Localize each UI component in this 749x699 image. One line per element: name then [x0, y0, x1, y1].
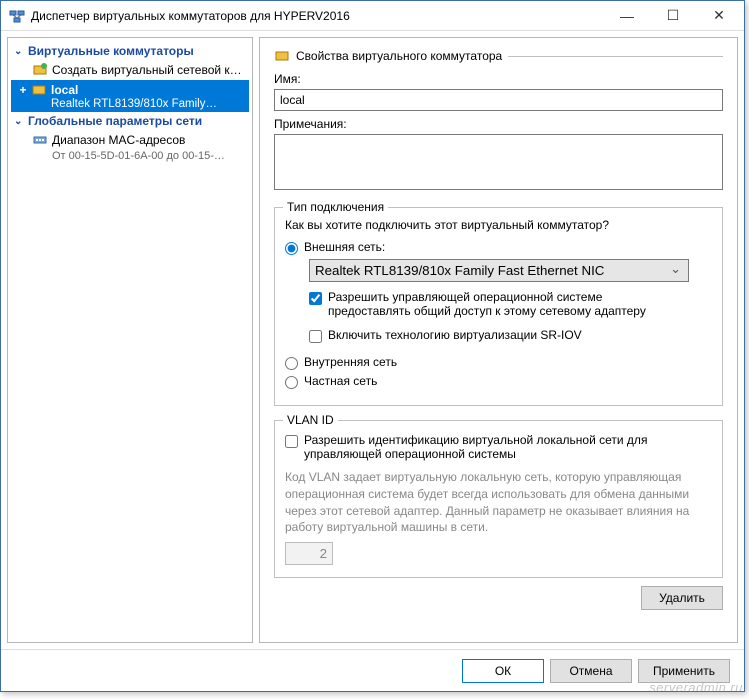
divider — [508, 56, 723, 57]
radio-private-input[interactable] — [285, 376, 298, 389]
properties-panel: Свойства виртуального коммутатора Имя: П… — [259, 37, 738, 643]
switch-icon — [31, 82, 47, 98]
sidebar-group-label: Виртуальные коммутаторы — [28, 44, 194, 58]
delete-button[interactable]: Удалить — [641, 586, 723, 610]
sidebar-group-global[interactable]: ⌄ Глобальные параметры сети — [8, 112, 252, 130]
check-allow-mgmt-input[interactable] — [309, 292, 322, 305]
check-sriov-input[interactable] — [309, 330, 322, 343]
check-allow-mgmt[interactable]: Разрешить управляющей операционной систе… — [309, 290, 712, 318]
sidebar-item-label: local — [51, 83, 245, 97]
sidebar-item-mac-range[interactable]: Диапазон MAC-адресов — [8, 130, 252, 150]
radio-internal-input[interactable] — [285, 357, 298, 370]
notes-input[interactable] — [274, 134, 723, 190]
radio-label: Частная сеть — [304, 374, 377, 388]
connection-type-group: Тип подключения Как вы хотите подключить… — [274, 207, 723, 406]
name-input[interactable] — [274, 89, 723, 111]
radio-external-input[interactable] — [285, 242, 298, 255]
sidebar: ⌄ Виртуальные коммутаторы Создать виртуа… — [7, 37, 253, 643]
sidebar-item-sublabel: От 00-15-5D-01-6A-00 до 00-15-… — [8, 150, 252, 165]
ok-button[interactable]: ОК — [462, 659, 544, 683]
expand-icon[interactable]: + — [15, 83, 31, 97]
panel-header-label: Свойства виртуального коммутатора — [296, 49, 502, 63]
radio-internal[interactable]: Внутренняя сеть — [285, 355, 712, 370]
radio-private[interactable]: Частная сеть — [285, 374, 712, 389]
chevron-down-icon: ⌄ — [14, 46, 24, 57]
content: ⌄ Виртуальные коммутаторы Создать виртуа… — [1, 31, 744, 649]
check-sriov[interactable]: Включить технологию виртуализации SR-IOV — [309, 328, 712, 343]
notes-label: Примечания: — [274, 117, 723, 131]
adapter-select[interactable]: Realtek RTL8139/810x Family Fast Etherne… — [309, 259, 689, 282]
window: Диспетчер виртуальных коммутаторов для H… — [0, 0, 745, 692]
sidebar-item-label: Создать виртуальный сетевой к… — [52, 63, 242, 77]
sidebar-group-label: Глобальные параметры сети — [28, 114, 202, 128]
radio-label: Внешняя сеть: — [304, 240, 385, 254]
radio-label: Внутренняя сеть — [304, 355, 397, 369]
close-button[interactable]: ✕ — [696, 1, 742, 31]
titlebar: Диспетчер виртуальных коммутаторов для H… — [1, 1, 744, 31]
check-label: Включить технологию виртуализации SR-IOV — [328, 328, 582, 342]
connection-question: Как вы хотите подключить этот виртуальны… — [285, 218, 712, 232]
new-switch-icon — [32, 62, 48, 78]
check-label: Разрешить управляющей операционной систе… — [328, 290, 688, 318]
check-vlan-enable-input[interactable] — [285, 435, 298, 448]
maximize-button[interactable]: ☐ — [650, 1, 696, 31]
connection-type-legend: Тип подключения — [283, 200, 388, 214]
minimize-button[interactable]: — — [604, 1, 650, 31]
panel-header: Свойства виртуального коммутатора — [274, 48, 723, 64]
vlan-id-input — [285, 542, 333, 565]
apply-button[interactable]: Применить — [638, 659, 730, 683]
vlan-description: Код VLAN задает виртуальную локальную се… — [285, 469, 712, 536]
app-icon — [9, 8, 25, 24]
window-title: Диспетчер виртуальных коммутаторов для H… — [31, 9, 604, 23]
sidebar-item-create-switch[interactable]: Создать виртуальный сетевой к… — [8, 60, 252, 80]
sidebar-item-local[interactable]: + local Realtek RTL8139/810x Family… — [11, 80, 249, 112]
sidebar-item-sublabel: Realtek RTL8139/810x Family… — [11, 98, 249, 112]
sidebar-group-switches[interactable]: ⌄ Виртуальные коммутаторы — [8, 42, 252, 60]
radio-external[interactable]: Внешняя сеть: — [285, 240, 712, 255]
cancel-button[interactable]: Отмена — [550, 659, 632, 683]
footer: ОК Отмена Применить — [1, 649, 744, 691]
network-adapter-icon — [32, 132, 48, 148]
switch-icon — [274, 48, 290, 64]
chevron-down-icon: ⌄ — [14, 116, 24, 127]
vlan-legend: VLAN ID — [283, 413, 338, 427]
name-label: Имя: — [274, 72, 723, 86]
check-vlan-enable[interactable]: Разрешить идентификацию виртуальной лока… — [285, 433, 712, 461]
sidebar-item-label: Диапазон MAC-адресов — [52, 133, 185, 147]
vlan-group: VLAN ID Разрешить идентификацию виртуаль… — [274, 420, 723, 578]
check-label: Разрешить идентификацию виртуальной лока… — [304, 433, 684, 461]
